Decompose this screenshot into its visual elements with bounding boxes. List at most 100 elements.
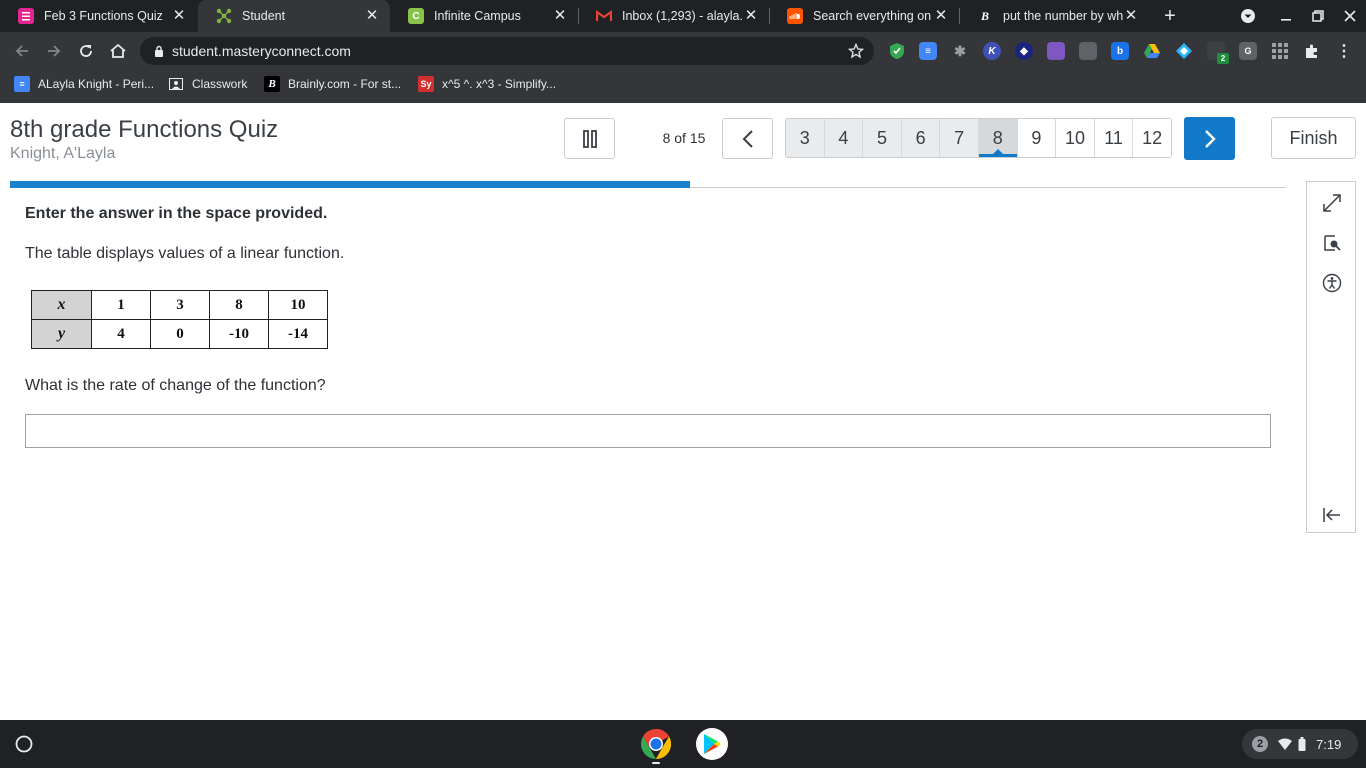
bookmark-star-icon[interactable]	[848, 43, 864, 59]
expand-icon	[1323, 194, 1341, 212]
answer-input[interactable]	[25, 414, 1271, 448]
tab-title: Infinite Campus	[434, 9, 521, 23]
question-number-current[interactable]: 8	[978, 119, 1018, 157]
question-number[interactable]: 7	[940, 119, 979, 157]
grid-extension-icon[interactable]	[1271, 42, 1289, 60]
tab-infinite-campus[interactable]: C Infinite Campus ✕	[390, 0, 578, 32]
line-reader-icon	[1324, 235, 1341, 251]
extension-badge: 2	[1217, 53, 1229, 64]
accessibility-button[interactable]	[1319, 270, 1345, 296]
bookmark-item[interactable]: ≡ ALayla Knight - Peri...	[14, 76, 154, 92]
question-number[interactable]: 9	[1017, 119, 1057, 157]
bookmark-item[interactable]: Sy x^5 ^. x^3 - Simplify...	[418, 76, 556, 92]
close-icon[interactable]: ✕	[552, 8, 568, 24]
tab-feb3-quiz[interactable]: Feb 3 Functions Quiz ✕	[0, 0, 197, 32]
address-bar[interactable]: student.masteryconnect.com	[140, 37, 874, 65]
chrome-icon	[640, 728, 672, 759]
home-button[interactable]	[102, 35, 134, 67]
wifi-icon	[1278, 738, 1292, 750]
more-menu-icon[interactable]: ⋮	[1335, 42, 1353, 60]
question-instruction: Enter the answer in the space provided.	[25, 205, 328, 222]
forward-button[interactable]	[38, 35, 70, 67]
close-icon[interactable]: ✕	[171, 8, 187, 24]
kami-extension-icon[interactable]: K	[983, 42, 1001, 60]
chrome-app-button[interactable]	[640, 728, 672, 764]
back-button[interactable]	[6, 35, 38, 67]
pause-button[interactable]	[564, 118, 615, 159]
close-icon[interactable]: ✕	[364, 8, 380, 24]
extension-icon[interactable]	[1079, 42, 1097, 60]
question-number[interactable]: 12	[1133, 119, 1171, 157]
reload-button[interactable]	[70, 35, 102, 67]
accessibility-icon	[1322, 273, 1342, 293]
shield-extension-icon[interactable]	[888, 42, 906, 60]
tab-search-button[interactable]	[1232, 0, 1264, 32]
finish-button[interactable]: Finish	[1271, 117, 1356, 159]
lock-icon[interactable]	[154, 45, 164, 57]
bookmark-item[interactable]: Classwork	[168, 76, 247, 92]
table-row: x 1 3 8 10	[31, 290, 328, 320]
tab-title: Inbox (1,293) - alayla.kn	[622, 9, 743, 23]
question-navigator: 3 4 5 6 7 8 9 10 11 12	[785, 118, 1172, 158]
tab-brainly[interactable]: B put the number by whic ✕	[959, 0, 1149, 32]
question-stem: The table displays values of a linear fu…	[25, 245, 345, 262]
masteryconnect-icon	[216, 8, 232, 24]
table-cell: -10	[209, 319, 269, 349]
gmail-icon	[596, 8, 612, 24]
question-number[interactable]: 3	[786, 119, 825, 157]
google-drive-icon[interactable]	[1143, 42, 1161, 60]
extension-icon[interactable]: G	[1239, 42, 1257, 60]
tab-title: Search everything on So	[813, 9, 933, 23]
play-store-icon	[704, 734, 721, 754]
new-tab-button[interactable]: +	[1154, 0, 1186, 32]
table-cell: 4	[91, 319, 151, 349]
window-close-button[interactable]	[1334, 0, 1366, 32]
table-cell: 10	[268, 290, 328, 320]
next-button[interactable]	[1184, 117, 1235, 160]
brainly-icon: B	[980, 8, 989, 23]
highlighter-tool-button[interactable]	[1319, 230, 1345, 256]
url-text: student.masteryconnect.com	[172, 43, 351, 59]
previous-button[interactable]	[722, 118, 773, 159]
question-number[interactable]: 6	[901, 119, 941, 157]
extension-icon[interactable]	[1175, 42, 1193, 60]
bookmark-label: Classwork	[192, 77, 248, 91]
docs-icon: ≡	[14, 76, 30, 92]
minimize-button[interactable]	[1270, 0, 1302, 32]
classroom-icon	[168, 76, 184, 92]
tab-student[interactable]: Student ✕	[198, 0, 390, 32]
question-number[interactable]: 10	[1056, 119, 1095, 157]
student-name: Knight, A'Layla	[10, 145, 116, 162]
bookmark-item[interactable]: B Brainly.com - For st...	[264, 76, 401, 92]
question-prompt: What is the rate of change of the functi…	[25, 377, 326, 394]
restore-button[interactable]	[1302, 0, 1334, 32]
os-shelf	[0, 720, 1366, 768]
bookmark-label: Brainly.com - For st...	[288, 77, 402, 91]
table-cell: 8	[209, 290, 269, 320]
extension-icon[interactable]: b	[1111, 42, 1129, 60]
tab-title: put the number by whic	[1003, 9, 1123, 23]
close-icon[interactable]: ✕	[933, 8, 949, 24]
table-header-y: y	[31, 319, 92, 349]
question-number[interactable]: 5	[863, 119, 902, 157]
table-cell: 1	[91, 290, 151, 320]
collapse-panel-button[interactable]	[1319, 502, 1345, 528]
tab-soundcloud[interactable]: Search everything on So ✕	[769, 0, 959, 32]
extensions-puzzle-icon[interactable]	[1303, 42, 1321, 60]
question-number[interactable]: 4	[824, 119, 864, 157]
launcher-button[interactable]	[12, 732, 36, 756]
extension-icon[interactable]: ≡	[919, 42, 937, 60]
question-number[interactable]: 11	[1094, 119, 1134, 157]
table-cell: -14	[268, 319, 328, 349]
extension-icon[interactable]: ◆	[1015, 42, 1033, 60]
close-icon[interactable]: ✕	[743, 8, 759, 24]
system-tray[interactable]: 2 7:19	[1242, 729, 1358, 759]
question-progress: 8 of 15	[662, 130, 706, 146]
extension-icon[interactable]: ✱	[951, 42, 969, 60]
close-icon[interactable]: ✕	[1123, 8, 1139, 24]
play-store-app-button[interactable]	[696, 728, 728, 760]
tab-gmail[interactable]: Inbox (1,293) - alayla.kn ✕	[578, 0, 769, 32]
extension-icon[interactable]	[1047, 42, 1065, 60]
expand-button[interactable]	[1319, 190, 1345, 216]
table-cell: 3	[150, 290, 210, 320]
